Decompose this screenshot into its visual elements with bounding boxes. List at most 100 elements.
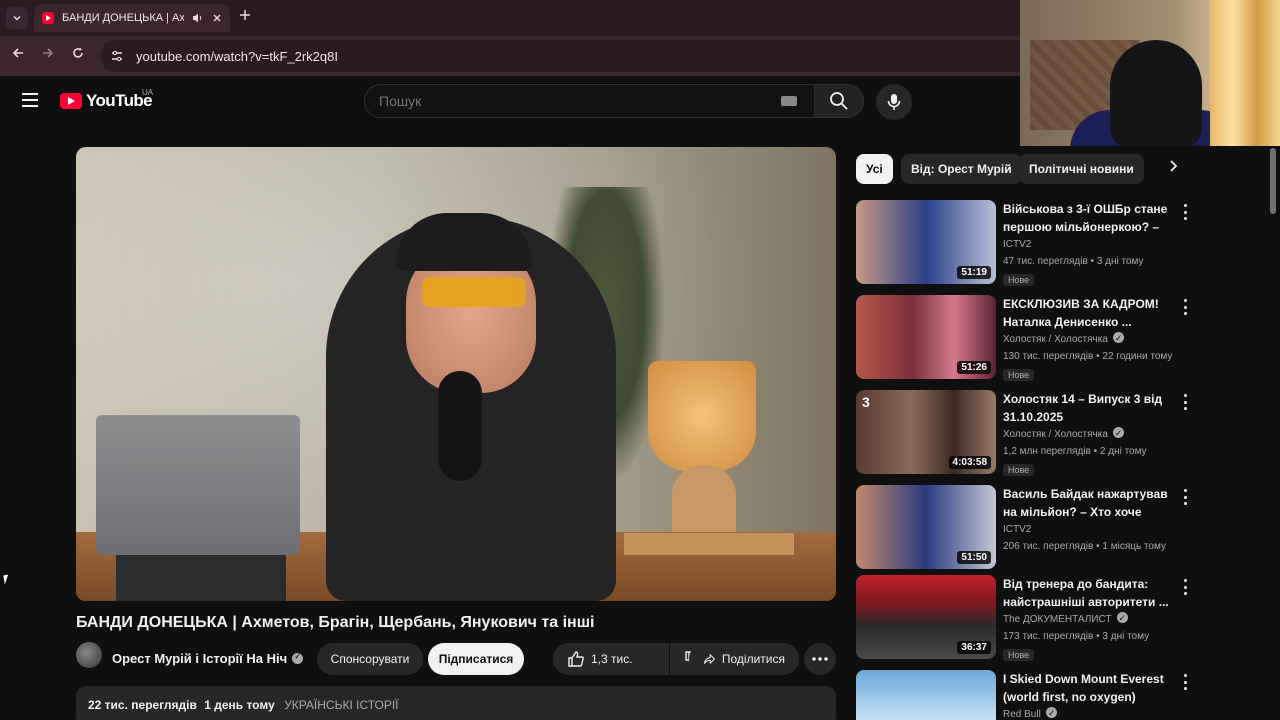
recommendation-channel[interactable]: Red Bull — [1003, 705, 1177, 720]
subscribe-button[interactable]: Підписатися — [428, 643, 524, 675]
channel-name: Орест Мурій і Історії На Ніч — [112, 651, 288, 666]
recommendation-item[interactable]: 36:37 Від тренера до бандита: найстрашні… — [856, 575, 1190, 661]
new-badge: Нове — [1003, 464, 1035, 476]
new-tab-button[interactable] — [236, 8, 254, 26]
youtube-logo[interactable]: YouTube UA — [60, 88, 154, 111]
youtube-play-icon — [60, 93, 82, 109]
verified-icon — [292, 651, 304, 664]
recommendation-item[interactable]: 51:26 ЕКСКЛЮЗИВ ЗА КАДРОМ! Наталка Денис… — [856, 295, 1190, 381]
more-vertical-icon[interactable] — [1181, 394, 1189, 410]
chip-from-channel[interactable]: Від: Орест Мурій — [901, 154, 1022, 184]
recommendation-stats: 206 тис. переглядів • 1 місяць тому — [1003, 541, 1166, 552]
region-code: UA — [142, 88, 154, 97]
microphone-icon — [887, 94, 901, 110]
recommendation-title[interactable]: Василь Байдак нажартував на мільйон? – Х… — [1003, 485, 1177, 521]
video-duration: 51:19 — [957, 266, 991, 279]
recommendation-channel[interactable]: ICTV2 — [1003, 522, 1177, 538]
channel-label: The ДОКУМЕНТАЛИСТ — [1003, 614, 1112, 625]
share-label: Поділитися — [721, 652, 785, 666]
recommendation-title[interactable]: Військова з 3-ї ОШБр стане першою мільйо… — [1003, 200, 1177, 236]
chips-next-button[interactable] — [1162, 158, 1184, 180]
description-box[interactable]: 22 тис. переглядів 1 день тому УКРАЇНСЬК… — [76, 686, 836, 720]
more-vertical-icon[interactable] — [1181, 674, 1189, 690]
voice-search-button[interactable] — [876, 84, 912, 120]
more-vertical-icon[interactable] — [1181, 299, 1189, 315]
more-horizontal-icon — [812, 657, 828, 661]
recommendation-item[interactable]: 51:50 Василь Байдак нажартував на мільйо… — [856, 485, 1190, 571]
hashtag-link[interactable]: УКРАЇНСЬКІ ІСТОРІЇ — [284, 698, 398, 712]
search-button[interactable] — [814, 84, 864, 118]
speaker-icon[interactable] — [192, 12, 204, 24]
reload-icon — [73, 47, 83, 58]
like-button[interactable]: 1,3 тис. — [553, 643, 669, 675]
thumbs-up-icon — [568, 651, 584, 667]
arrow-left-icon — [12, 48, 23, 58]
recommendation-title[interactable]: Холостяк 14 – Випуск 3 від 31.10.2025 — [1003, 390, 1177, 426]
more-vertical-icon[interactable] — [1181, 579, 1189, 595]
more-vertical-icon[interactable] — [1181, 489, 1189, 505]
chip-political-news[interactable]: Політичні новини — [1019, 154, 1144, 184]
webcam-overlay — [1020, 0, 1280, 146]
video-thumbnail[interactable]: 51:50 — [856, 485, 996, 569]
recommendation-channel[interactable]: Холостяк / Холостячка — [1003, 330, 1177, 348]
recommendation-item[interactable]: 3 4:03:58 Холостяк 14 – Випуск 3 від 31.… — [856, 390, 1190, 476]
reload-button[interactable] — [68, 45, 88, 65]
arrow-right-icon — [43, 48, 54, 58]
search-icon — [830, 92, 848, 110]
url-text: youtube.com/watch?v=tkF_2rk2q8I — [136, 48, 338, 64]
recommendation-channel[interactable]: The ДОКУМЕНТАЛИСТ — [1003, 610, 1177, 628]
page-scrollbar[interactable] — [1269, 146, 1277, 720]
more-vertical-icon[interactable] — [1181, 204, 1189, 220]
share-button[interactable]: Поділитися — [689, 643, 799, 675]
video-duration: 36:37 — [957, 641, 991, 654]
mouse-cursor-icon — [3, 574, 10, 585]
recommendation-title[interactable]: Від тренера до бандита: найстрашніші авт… — [1003, 575, 1177, 611]
recommendation-item[interactable]: I Skied Down Mount Everest (world first,… — [856, 670, 1190, 720]
channel-label: Холостяк / Холостячка — [1003, 334, 1108, 345]
video-duration: 51:26 — [957, 361, 991, 374]
close-tab-icon[interactable] — [212, 13, 222, 23]
menu-icon[interactable] — [22, 93, 38, 107]
video-thumbnail[interactable]: 3 4:03:58 — [856, 390, 996, 474]
tab-search-button[interactable] — [6, 7, 28, 29]
channel-name-link[interactable]: Орест Мурій і Історії На Ніч — [112, 651, 304, 666]
video-player[interactable] — [76, 147, 836, 601]
video-thumbnail[interactable]: 51:19 — [856, 200, 996, 284]
chevron-down-icon — [13, 16, 21, 21]
address-bar[interactable]: youtube.com/watch?v=tkF_2rk2q8I — [100, 40, 1020, 72]
more-actions-button[interactable] — [804, 643, 836, 675]
video-thumbnail[interactable]: 36:37 — [856, 575, 996, 659]
recommendation-channel[interactable]: ICTV2 — [1003, 237, 1177, 253]
new-badge: Нове — [1003, 369, 1035, 381]
chip-all[interactable]: Усі — [856, 154, 893, 184]
site-settings-icon[interactable] — [110, 49, 124, 63]
video-thumbnail[interactable] — [856, 670, 996, 720]
recommendation-title[interactable]: I Skied Down Mount Everest (world first,… — [1003, 670, 1177, 706]
back-button[interactable] — [8, 45, 28, 65]
recommendation-stats: 130 тис. переглядів • 22 години тому — [1003, 351, 1173, 362]
forward-button[interactable] — [38, 45, 58, 65]
video-duration: 51:50 — [957, 551, 991, 564]
upload-date: 1 день тому — [204, 698, 275, 712]
playlist-rank: 3 — [862, 394, 870, 410]
video-duration: 4:03:58 — [948, 456, 991, 469]
recommendation-item[interactable]: 51:19 Військова з 3-ї ОШБр стане першою … — [856, 200, 1190, 286]
browser-toolbar: youtube.com/watch?v=tkF_2rk2q8I — [0, 36, 1020, 76]
search-input[interactable] — [379, 93, 781, 109]
recommendation-stats: 47 тис. переглядів • 3 дні тому — [1003, 256, 1144, 267]
recommendation-title[interactable]: ЕКСКЛЮЗИВ ЗА КАДРОМ! Наталка Денисенко .… — [1003, 295, 1177, 331]
video-thumbnail[interactable]: 51:26 — [856, 295, 996, 379]
tab-title: БАНДИ ДОНЕЦЬКА | Ахме — [62, 12, 184, 24]
recommendation-stats: 1,2 млн переглядів • 2 дні тому — [1003, 446, 1147, 457]
browser-tab[interactable]: БАНДИ ДОНЕЦЬКА | Ахме — [34, 4, 230, 32]
sponsor-button[interactable]: Спонсорувати — [317, 643, 423, 675]
keyboard-icon[interactable] — [781, 96, 797, 106]
channel-avatar[interactable] — [76, 642, 102, 668]
scrollbar-thumb[interactable] — [1270, 148, 1276, 214]
youtube-header: YouTube UA — [0, 76, 1020, 126]
recommendation-channel[interactable]: Холостяк / Холостячка — [1003, 425, 1177, 443]
channel-label: Red Bull — [1003, 709, 1041, 720]
new-badge: Нове — [1003, 649, 1035, 661]
youtube-favicon-icon — [42, 12, 54, 24]
verified-icon — [1112, 425, 1124, 441]
